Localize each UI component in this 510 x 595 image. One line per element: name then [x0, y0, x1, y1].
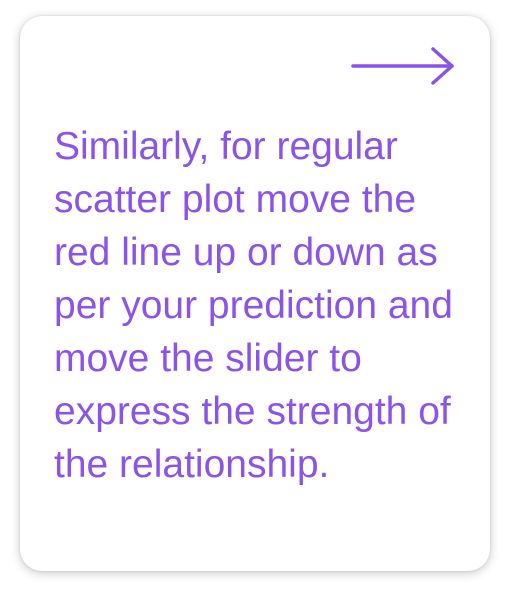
next-button[interactable]: [351, 46, 457, 86]
arrow-right-icon: [351, 47, 454, 85]
instruction-text: Similarly, for regular scatter plot move…: [54, 125, 453, 486]
instruction-card: Similarly, for regular scatter plot move…: [20, 16, 490, 571]
